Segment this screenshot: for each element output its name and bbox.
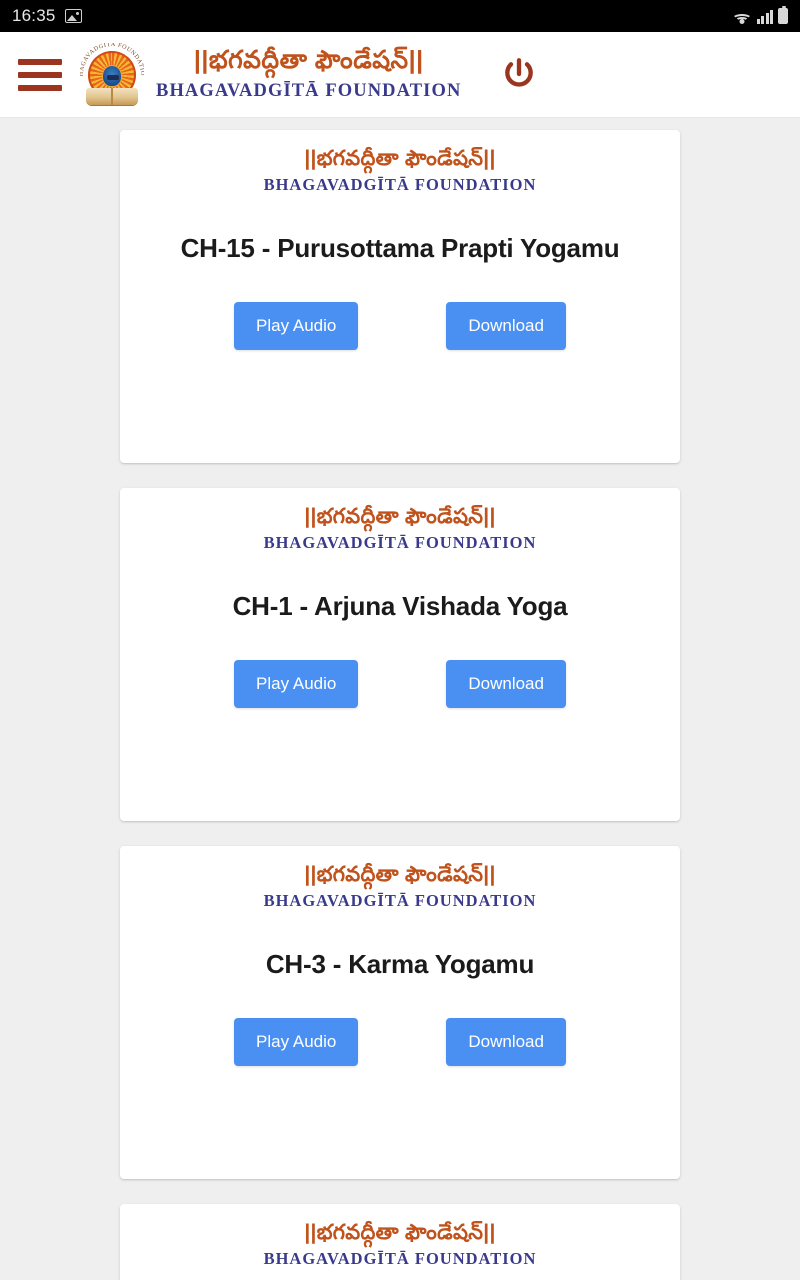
download-button[interactable]: Download xyxy=(446,1017,566,1066)
card-actions: Play Audio Download xyxy=(140,1017,660,1066)
play-audio-button[interactable]: Play Audio xyxy=(234,301,359,350)
chapter-title: CH-1 - Arjuna Vishada Yoga xyxy=(232,590,568,621)
brand-title-english: BHAGAVADGĪTĀ FOUNDATION xyxy=(156,81,462,102)
brand-text-block: ||భగవద్గీతా ఫౌండేషన్|| BHAGAVADGĪTĀ FOUN… xyxy=(156,48,461,101)
card-actions: Play Audio Download xyxy=(140,301,660,350)
play-audio-button[interactable]: Play Audio xyxy=(234,1017,359,1066)
brand-logo-block: BHAGAVADGITA FOUNDATION ||భగవద్గీతా ఫౌండ… xyxy=(80,43,461,107)
chapter-title: CH-3 - Karma Yogamu xyxy=(265,948,535,979)
card-actions: Play Audio Download xyxy=(140,659,660,708)
status-bar-right xyxy=(731,5,788,24)
card-logo-english: BHAGAVADGĪTĀ FOUNDATION xyxy=(263,175,537,194)
signal-icon xyxy=(756,9,773,24)
power-icon xyxy=(505,57,534,87)
card-logo-telugu: ||భగవద్గీతా ఫౌండేషన్|| xyxy=(304,1221,496,1244)
brand-title-telugu: ||భగవద్గీతా ఫౌండేషన్|| xyxy=(193,46,424,75)
power-logout-button[interactable] xyxy=(497,53,541,97)
download-button[interactable]: Download xyxy=(446,659,566,708)
play-audio-button[interactable]: Play Audio xyxy=(234,659,359,708)
chapter-card[interactable]: ||భగవద్గీతా ఫౌండేషన్|| BHAGAVADGĪTĀ FOUN… xyxy=(120,488,680,821)
card-logo-english: BHAGAVADGĪTĀ FOUNDATION xyxy=(263,533,537,552)
status-bar: 16:35 xyxy=(0,0,800,32)
chapter-list[interactable]: ||భగవద్గీతా ఫౌండేషన్|| BHAGAVADGĪTĀ FOUN… xyxy=(0,118,800,1280)
app-header: BHAGAVADGITA FOUNDATION ||భగవద్గీతా ఫౌండ… xyxy=(0,32,800,118)
card-logo: ||భగవద్గీతా ఫౌండేషన్|| BHAGAVADGĪTĀ FOUN… xyxy=(140,864,660,910)
chapter-card[interactable]: ||భగవద్గీతా ఫౌండేషన్|| BHAGAVADGĪTĀ FOUN… xyxy=(120,130,680,463)
bhagavadgita-foundation-emblem-icon: BHAGAVADGITA FOUNDATION xyxy=(80,43,144,107)
card-logo-telugu: ||భగవద్గీతా ఫౌండేషన్|| xyxy=(304,505,496,528)
chapter-title: CH-15 - Purusottama Prapti Yogamu xyxy=(180,232,620,263)
status-bar-left: 16:35 xyxy=(12,6,82,26)
chapter-card[interactable]: ||భగవద్గీతా ఫౌండేషన్|| BHAGAVADGĪTĀ FOUN… xyxy=(120,846,680,1179)
battery-icon xyxy=(778,5,788,24)
card-logo: ||భగవద్గీతా ఫౌండేషన్|| BHAGAVADGĪTĀ FOUN… xyxy=(140,148,660,194)
wifi-icon xyxy=(731,9,752,24)
card-logo: ||భగవద్గీతా ఫౌండేషన్|| BHAGAVADGĪTĀ FOUN… xyxy=(140,506,660,552)
card-logo-telugu: ||భగవద్గీతా ఫౌండేషన్|| xyxy=(304,147,496,170)
card-logo-english: BHAGAVADGĪTĀ FOUNDATION xyxy=(263,891,537,910)
hamburger-menu-icon[interactable] xyxy=(18,58,62,91)
chapter-card[interactable]: ||భగవద్గీతా ఫౌండేషన్|| BHAGAVADGĪTĀ FOUN… xyxy=(120,1204,680,1280)
card-logo: ||భగవద్గీతా ఫౌండేషన్|| BHAGAVADGĪTĀ FOUN… xyxy=(140,1222,660,1268)
card-logo-english: BHAGAVADGĪTĀ FOUNDATION xyxy=(263,1249,537,1268)
card-logo-telugu: ||భగవద్గీతా ఫౌండేషన్|| xyxy=(304,863,496,886)
status-clock: 16:35 xyxy=(12,6,56,25)
photo-icon xyxy=(64,9,82,23)
download-button[interactable]: Download xyxy=(446,301,566,350)
